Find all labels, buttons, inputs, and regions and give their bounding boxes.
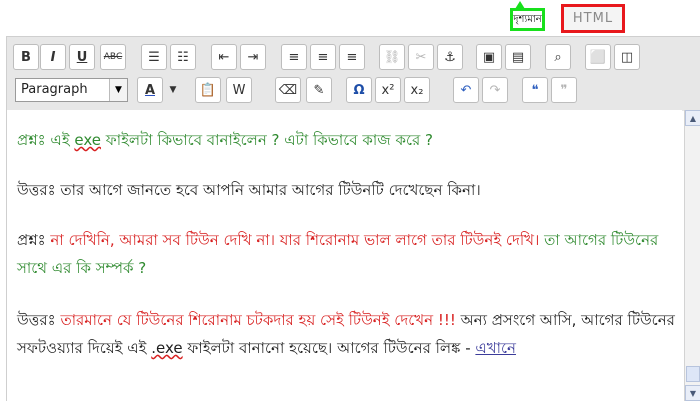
scroll-thumb[interactable] xyxy=(686,366,700,382)
find-icon: ⌕ xyxy=(554,49,562,65)
chevron-down-icon[interactable]: ▼ xyxy=(165,77,181,103)
numbered-list-icon: ☷ xyxy=(177,49,189,65)
answer-2-red: তারমানে যে টিউনের শিরোনাম চটকদার হয় সেই… xyxy=(60,311,456,329)
tab-visual[interactable]: দৃশ্যমান xyxy=(510,8,545,31)
omega-icon: Ω xyxy=(353,82,365,98)
subscript-button[interactable]: x₂ xyxy=(404,77,430,103)
italic-button[interactable]: I xyxy=(40,44,66,70)
paragraph-answer-2: উত্তরঃ তারমানে যে টিউনের শিরোনাম চটকদার … xyxy=(17,306,677,362)
strikethrough-icon: ABC xyxy=(103,52,123,62)
underline-button[interactable]: U xyxy=(69,44,95,70)
numbered-list-button[interactable]: ☷ xyxy=(170,44,196,70)
superscript-button[interactable]: x² xyxy=(375,77,401,103)
align-left-button[interactable]: ≡ xyxy=(281,44,307,70)
outdent-button[interactable]: ⇤ xyxy=(211,44,237,70)
bullet-list-icon: ☰ xyxy=(148,49,160,65)
unlink-button[interactable]: ✂ xyxy=(408,44,434,70)
bold-button[interactable]: B xyxy=(13,44,39,70)
tab-html[interactable]: HTML xyxy=(561,4,625,33)
editor-content[interactable]: প্রশ্নঃ এই exe ফাইলটা কিভাবে বানাইলেন ? … xyxy=(6,110,682,401)
vertical-scrollbar[interactable]: ▲ ▼ xyxy=(684,110,700,401)
source-view-icon: ◫ xyxy=(620,49,634,65)
italic-icon: I xyxy=(50,49,56,65)
find-button[interactable]: ⌕ xyxy=(545,44,571,70)
superscript-icon: x² xyxy=(381,82,395,98)
format-select[interactable]: Paragraph ▼ xyxy=(15,78,128,102)
answer-2-label: উত্তরঃ xyxy=(17,311,61,329)
scroll-down-icon[interactable]: ▼ xyxy=(685,385,700,401)
question-1-exe: exe xyxy=(74,131,101,149)
eraser-icon: ⌫ xyxy=(278,82,298,98)
fullscreen-button[interactable]: ⬜ xyxy=(585,44,611,70)
insert-image-icon: ▣ xyxy=(482,49,496,65)
clean-icon: ✎ xyxy=(313,82,325,98)
align-right-icon: ≡ xyxy=(346,49,358,65)
unlink-icon: ✂ xyxy=(415,49,427,65)
editor-tabs: দৃশ্যমান HTML xyxy=(0,0,700,36)
text-color-icon: A xyxy=(144,82,156,98)
outdent-icon: ⇤ xyxy=(218,49,230,65)
indent-button[interactable]: ⇥ xyxy=(240,44,266,70)
source-view-button[interactable]: ◫ xyxy=(614,44,640,70)
fullscreen-icon: ⬜ xyxy=(589,49,607,65)
insert-media-icon: ▤ xyxy=(511,49,525,65)
align-left-icon: ≡ xyxy=(288,49,300,65)
answer-2-exe: .exe xyxy=(151,339,183,357)
underline-icon: U xyxy=(76,49,88,65)
bold-icon: B xyxy=(21,49,31,65)
insert-image-button[interactable]: ▣ xyxy=(476,44,502,70)
link-here[interactable]: এখানে xyxy=(475,339,516,357)
indent-icon: ⇥ xyxy=(247,49,259,65)
anchor-button[interactable]: ⚓ xyxy=(437,44,463,70)
answer-2-text-2: ফাইলটা বানানো হয়েছে। আগের টিউনের লিঙ্ক … xyxy=(182,339,476,357)
paste-button[interactable]: 📋 xyxy=(195,77,221,103)
paste-icon: 📋 xyxy=(199,82,217,98)
bullet-list-button[interactable]: ☰ xyxy=(141,44,167,70)
align-center-icon: ≡ xyxy=(317,49,329,65)
chevron-down-icon[interactable]: ▼ xyxy=(109,79,127,101)
question-2-label: প্রশ্নঃ xyxy=(17,231,51,249)
anchor-icon: ⚓ xyxy=(444,49,456,65)
insert-media-button[interactable]: ▤ xyxy=(505,44,531,70)
undo-button[interactable]: ↶ xyxy=(453,77,479,103)
redo-icon: ↷ xyxy=(489,82,501,98)
paragraph-question-2: প্রশ্নঃ না দেখিনি, আমরা সব টিউন দেখি না।… xyxy=(17,226,677,282)
format-select-value: Paragraph xyxy=(21,82,88,97)
text-color-button[interactable]: A xyxy=(137,77,163,103)
align-right-button[interactable]: ≡ xyxy=(339,44,365,70)
blockquote-icon: ❝ xyxy=(531,82,539,98)
link-button[interactable]: ⛓ xyxy=(379,44,405,70)
link-icon: ⛓ xyxy=(383,49,401,65)
paste-word-button[interactable]: W xyxy=(226,77,252,103)
question-1-prefix: প্রশ্নঃ এই xyxy=(17,131,75,149)
eraser-button[interactable]: ⌫ xyxy=(275,77,301,103)
scroll-up-icon[interactable]: ▲ xyxy=(685,110,700,126)
undo-icon: ↶ xyxy=(460,82,472,98)
strikethrough-button[interactable]: ABC xyxy=(100,44,126,70)
unquote-icon: ❞ xyxy=(560,82,568,98)
redo-button[interactable]: ↷ xyxy=(482,77,508,103)
blockquote-button[interactable]: ❝ xyxy=(522,77,548,103)
omega-button[interactable]: Ω xyxy=(346,77,372,103)
clean-button[interactable]: ✎ xyxy=(306,77,332,103)
subscript-icon: x₂ xyxy=(410,82,424,98)
unquote-button[interactable]: ❞ xyxy=(551,77,577,103)
question-2-red: না দেখিনি, আমরা সব টিউন দেখি না। যার শির… xyxy=(50,231,540,249)
question-1-rest: ফাইলটা কিভাবে বানাইলেন ? এটা কিভাবে কাজ … xyxy=(101,131,433,149)
paste-word-icon: W xyxy=(232,82,246,98)
editor-toolbar: B I U ABC ☰ ☷ ⇤ ⇥ ≡ ≡ ≡ ⛓ ✂ ⚓ ▣ ▤ ⌕ ⬜ ◫ Paragraph ▼ A 📋 W ⌫ ✎ Ω… xyxy=(6,36,700,111)
align-center-button[interactable]: ≡ xyxy=(310,44,336,70)
paragraph-question-1: প্রশ্নঃ এই exe ফাইলটা কিভাবে বানাইলেন ? … xyxy=(17,126,677,154)
paragraph-answer-1: উত্তরঃ তার আগে জানতে হবে আপনি আমার আগের … xyxy=(17,181,481,199)
